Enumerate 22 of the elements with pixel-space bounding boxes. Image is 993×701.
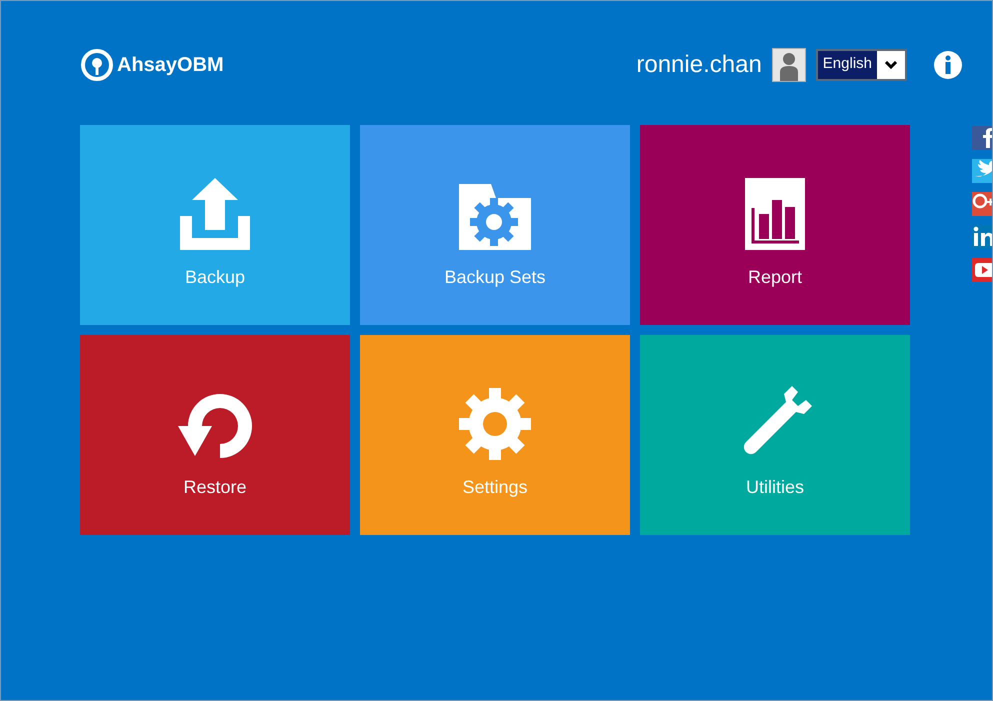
menu-tile[interactable]: Backup <box>80 125 350 325</box>
settings-icon <box>459 388 531 460</box>
folder-gear-icon <box>459 184 531 250</box>
logo-icon <box>81 48 113 80</box>
restore-arrow-icon <box>178 394 252 460</box>
chevron-down-icon <box>885 60 897 68</box>
facebook-icon[interactable] <box>972 126 992 150</box>
googleplus-icon[interactable] <box>972 192 992 216</box>
linkedin-icon[interactable] <box>972 225 992 249</box>
menu-tile[interactable]: Report <box>640 125 910 325</box>
youtube-icon[interactable] <box>972 258 992 282</box>
menu-tile[interactable]: Settings <box>360 335 630 535</box>
menu-tile[interactable]: Utilities <box>640 335 910 535</box>
info-icon[interactable] <box>933 50 963 80</box>
upload-icon <box>180 178 250 250</box>
username: ronnie.chan <box>636 50 762 80</box>
language-select[interactable]: English <box>816 48 907 80</box>
logo-text: AhsayOBM <box>117 52 224 78</box>
avatar-icon <box>772 48 806 82</box>
menu-tile[interactable]: Restore <box>80 335 350 535</box>
menu-tile[interactable]: Backup Sets <box>360 125 630 325</box>
bar-chart-icon <box>745 178 805 250</box>
